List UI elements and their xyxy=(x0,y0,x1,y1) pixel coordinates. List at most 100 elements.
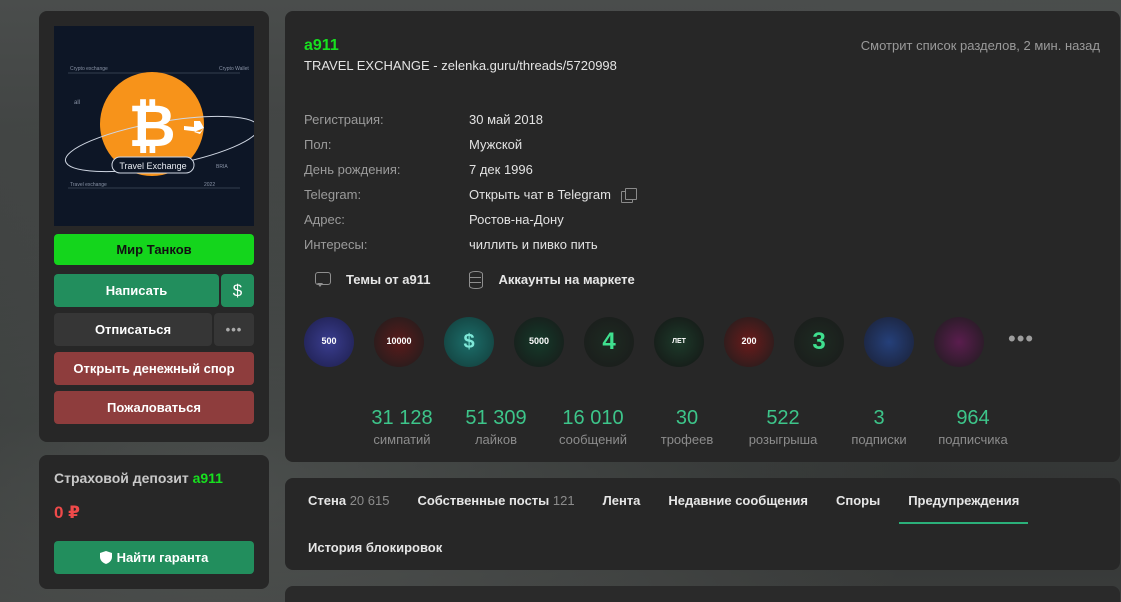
trophy-text: 10000 xyxy=(386,336,412,347)
stat-followers[interactable]: 964 подписчика xyxy=(923,407,1023,447)
info-value: 7 дек 1996 xyxy=(469,162,533,177)
write-button[interactable]: Написать xyxy=(54,274,219,307)
tab-label: История блокировок xyxy=(308,540,443,555)
info-row-address: Адрес: Ростов-на-Дону xyxy=(304,207,637,232)
stat-subscriptions[interactable]: 3 подписки xyxy=(835,407,923,447)
trophy-3-years[interactable]: 3 xyxy=(794,317,844,367)
stat-label: подписки xyxy=(851,432,907,447)
stat-value: 522 xyxy=(766,407,800,429)
trophy-blue[interactable] xyxy=(864,317,914,367)
user-threads-link[interactable]: Темы от a911 xyxy=(314,270,430,288)
stat-messages[interactable]: 16 010 сообщений xyxy=(543,407,643,447)
info-row-interests: Интересы: чиллить и пивко пить xyxy=(304,232,637,257)
tab-warnings[interactable]: Предупреждения xyxy=(899,493,1029,524)
trophy-messages-10000[interactable]: 10000 xyxy=(374,317,424,367)
profile-status: TRAVEL EXCHANGE - zelenka.guru/threads/5… xyxy=(304,58,617,73)
avatar-image: Crypto exchange Crypto Wallet all ₿ Trav… xyxy=(54,26,254,226)
deposit-label: Страховой депозит xyxy=(54,470,189,486)
stat-label: розыгрыша xyxy=(748,432,818,447)
tab-label: Недавние сообщения xyxy=(668,493,808,508)
tab-feed[interactable]: Лента xyxy=(603,493,641,524)
avatar-text-4: Travel exchange xyxy=(70,182,107,188)
info-label: Регистрация: xyxy=(304,112,384,127)
find-guarant-label: Найти гаранта xyxy=(116,550,209,565)
stat-label: подписчика xyxy=(938,432,1008,447)
info-row-registration: Регистрация: 30 май 2018 xyxy=(304,107,637,132)
more-actions-icon[interactable]: ••• xyxy=(214,313,254,346)
info-row-birthday: День рождения: 7 дек 1996 xyxy=(304,157,637,182)
info-label: Адрес: xyxy=(304,212,345,227)
avatar-logo-text: Travel Exchange xyxy=(119,161,186,171)
tabs-row-2: История блокировок xyxy=(308,540,470,571)
trophy-innovator[interactable] xyxy=(934,317,984,367)
user-threads-label: Темы от a911 xyxy=(346,271,431,287)
dispute-button[interactable]: Открыть денежный спор xyxy=(54,352,254,385)
trophy-messages-5000[interactable]: 5000 xyxy=(514,317,564,367)
game-button[interactable]: Мир Танков xyxy=(54,234,254,265)
stat-giveaways[interactable]: 522 розыгрыша xyxy=(731,407,835,447)
telegram-value: Открыть чат в Telegram xyxy=(469,187,637,203)
avatar-text-2: Crypto Wallet xyxy=(219,66,249,72)
find-guarant-button[interactable]: Найти гаранта xyxy=(54,541,254,574)
tab-ban-history[interactable]: История блокировок xyxy=(308,540,442,571)
tab-own-posts[interactable]: Собственные посты 121 xyxy=(417,493,574,524)
tab-label: Лента xyxy=(602,493,641,508)
avatar-text-5: 2022 xyxy=(204,182,215,188)
info-value: Ростов-на-Дону xyxy=(469,212,564,227)
tab-label: Предупреждения xyxy=(908,493,1020,508)
svg-text:₿: ₿ xyxy=(128,92,175,160)
tab-wall[interactable]: Стена 20 615 xyxy=(308,493,389,524)
tabs-row: Стена 20 615 Собственные посты 121 Лента… xyxy=(308,493,1047,524)
unsubscribe-button[interactable]: Отписаться xyxy=(54,313,212,346)
deposit-username[interactable]: a911 xyxy=(193,470,223,486)
avatar-text-3: all xyxy=(74,100,80,106)
trophy-years[interactable]: ЛЕТ xyxy=(654,317,704,367)
profile-tabs: Стена 20 615 Собственные посты 121 Лента… xyxy=(285,478,1120,570)
tab-recent-messages[interactable]: Недавние сообщения xyxy=(668,493,808,524)
profile-card: a911 TRAVEL EXCHANGE - zelenka.guru/thre… xyxy=(285,11,1120,462)
trophy-text: 200 xyxy=(741,336,757,347)
info-value: Мужской xyxy=(469,137,523,152)
report-button[interactable]: Пожаловаться xyxy=(54,391,254,424)
unsubscribe-row: Отписаться ••• xyxy=(54,313,254,346)
trophy-giveaway-500[interactable]: 500 xyxy=(304,317,354,367)
last-seen: Смотрит список разделов, 2 мин. назад xyxy=(860,38,1100,53)
info-label: День рождения: xyxy=(304,162,401,177)
database-icon xyxy=(466,270,484,289)
stat-sympathies[interactable]: 31 128 симпатий xyxy=(355,407,449,447)
more-trophies-icon[interactable]: ••• xyxy=(1008,326,1034,352)
trophy-4-years[interactable]: 4 xyxy=(584,317,634,367)
stat-likes[interactable]: 51 309 лайков xyxy=(449,407,543,447)
deposit-amount: 0 ₽ xyxy=(54,503,81,522)
avatar-text-1: Crypto exchange xyxy=(70,66,108,72)
telegram-link[interactable]: Открыть чат в Telegram xyxy=(469,187,611,202)
trophy-giveaway-200[interactable]: 200 xyxy=(724,317,774,367)
avatar[interactable]: Crypto exchange Crypto Wallet all ₿ Trav… xyxy=(54,26,254,226)
profile-sidebar: Crypto exchange Crypto Wallet all ₿ Trav… xyxy=(39,11,269,442)
stat-value: 31 128 xyxy=(371,407,433,429)
trophy-text: 500 xyxy=(321,336,337,347)
info-value: чиллить и пивко пить xyxy=(469,237,598,252)
stat-value: 30 xyxy=(675,407,699,429)
stat-value: 964 xyxy=(956,407,990,429)
info-label: Интересы: xyxy=(304,237,368,252)
market-accounts-label: Аккаунты на маркете xyxy=(498,271,635,287)
stat-trophies[interactable]: 30 трофеев xyxy=(643,407,731,447)
trophy-deposit[interactable]: $ xyxy=(444,317,494,367)
copy-icon[interactable] xyxy=(620,187,637,203)
trophy-text: 5000 xyxy=(528,336,550,347)
tab-label: Споры xyxy=(835,493,881,508)
stat-value: 16 010 xyxy=(562,407,624,429)
profile-username: a911 xyxy=(304,37,339,54)
trophy-text: ЛЕТ xyxy=(672,338,686,346)
info-label: Пол: xyxy=(304,137,332,152)
next-section-edge xyxy=(285,586,1120,602)
market-accounts-link[interactable]: Аккаунты на маркете xyxy=(466,270,635,289)
stat-label: лайков xyxy=(474,432,518,447)
dollar-icon[interactable]: $ xyxy=(221,274,254,307)
tab-disputes[interactable]: Споры xyxy=(836,493,880,524)
info-value: 30 май 2018 xyxy=(469,112,544,127)
profile-links: Темы от a911 Аккаунты на маркете xyxy=(314,270,635,289)
tab-label: Собственные посты xyxy=(417,493,550,508)
profile-stats: 31 128 симпатий 51 309 лайков 16 010 соо… xyxy=(355,407,1023,447)
